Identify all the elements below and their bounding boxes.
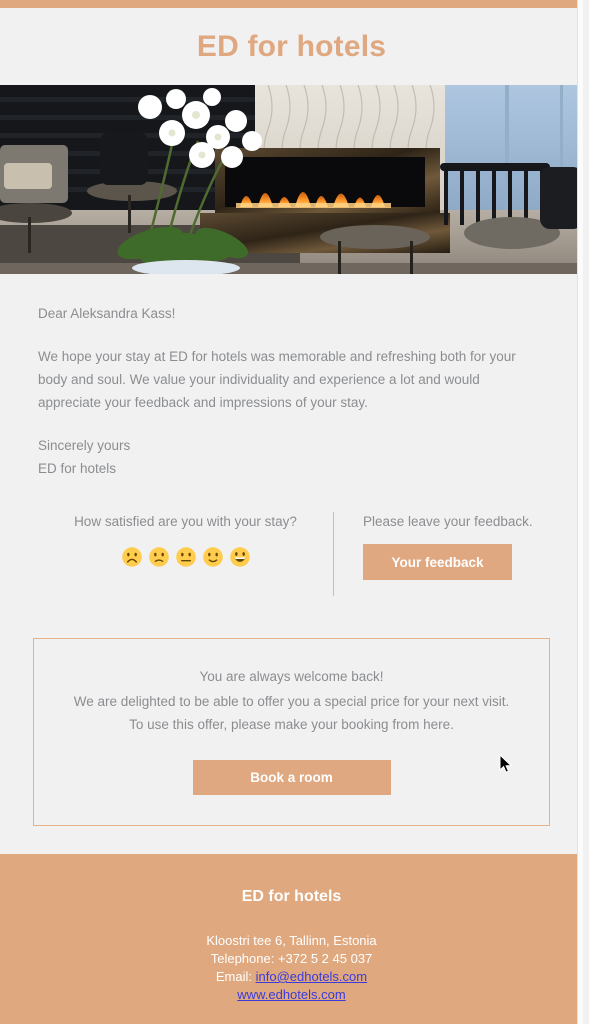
grinning-face-icon[interactable] <box>229 546 251 568</box>
footer-website-row: www.edhotels.com <box>0 986 583 1004</box>
book-a-room-button[interactable]: Book a room <box>192 760 391 795</box>
footer-email-row: Email: info@edhotels.com <box>0 968 583 986</box>
letter-paragraph: We hope your stay at ED for hotels was m… <box>38 349 516 410</box>
frowning-face-icon[interactable] <box>121 546 143 568</box>
slightly-smiling-face-icon[interactable] <box>202 546 224 568</box>
signoff: Sincerely yours ED for hotels <box>38 434 545 480</box>
email-page: ED for hotels Dear Aleksandra Kass! We h… <box>0 0 583 1024</box>
hero-image <box>0 85 583 274</box>
top-accent-strip <box>0 0 583 8</box>
letter-body: Dear Aleksandra Kass! We hope your stay … <box>0 274 583 480</box>
email-footer: ED for hotels Kloostri tee 6, Tallinn, E… <box>0 854 583 1024</box>
footer-email-label: Email: <box>215 969 256 984</box>
footer-telephone: Telephone: +372 5 2 45 037 <box>210 951 373 966</box>
survey-section: How satisfied are you with your stay? Pl… <box>0 480 583 596</box>
page-title: ED for hotels <box>196 29 387 63</box>
hero-illustration <box>0 85 583 274</box>
signoff-line-1: Sincerely yours <box>38 438 131 453</box>
slightly-frowning-face-icon[interactable] <box>148 546 170 568</box>
footer-brand: ED for hotels <box>241 888 342 905</box>
offer-box: You are always welcome back! We are deli… <box>33 638 550 826</box>
satisfaction-block: How satisfied are you with your stay? <box>38 510 333 568</box>
email-header: ED for hotels <box>0 8 583 85</box>
feedback-label: Please leave your feedback. <box>363 514 533 529</box>
offer-section: You are always welcome back! We are deli… <box>0 596 583 826</box>
footer-website-link[interactable]: www.edhotels.com <box>237 987 345 1002</box>
satisfaction-question: How satisfied are you with your stay? <box>74 514 297 529</box>
salutation: Dear Aleksandra Kass! <box>38 306 176 321</box>
vertical-scrollbar[interactable] <box>577 0 583 1024</box>
neutral-face-icon[interactable] <box>175 546 197 568</box>
signoff-line-2: ED for hotels <box>38 461 117 476</box>
your-feedback-button[interactable]: Your feedback <box>363 544 512 580</box>
footer-address: Kloostri tee 6, Tallinn, Estonia <box>206 933 377 948</box>
offer-text: We are delighted to be able to offer you… <box>73 694 510 732</box>
rating-scale[interactable] <box>38 546 333 568</box>
feedback-block: Please leave your feedback. Your feedbac… <box>334 510 545 580</box>
offer-headline: You are always welcome back! <box>199 669 384 684</box>
footer-email-link[interactable]: info@edhotels.com <box>256 969 367 984</box>
